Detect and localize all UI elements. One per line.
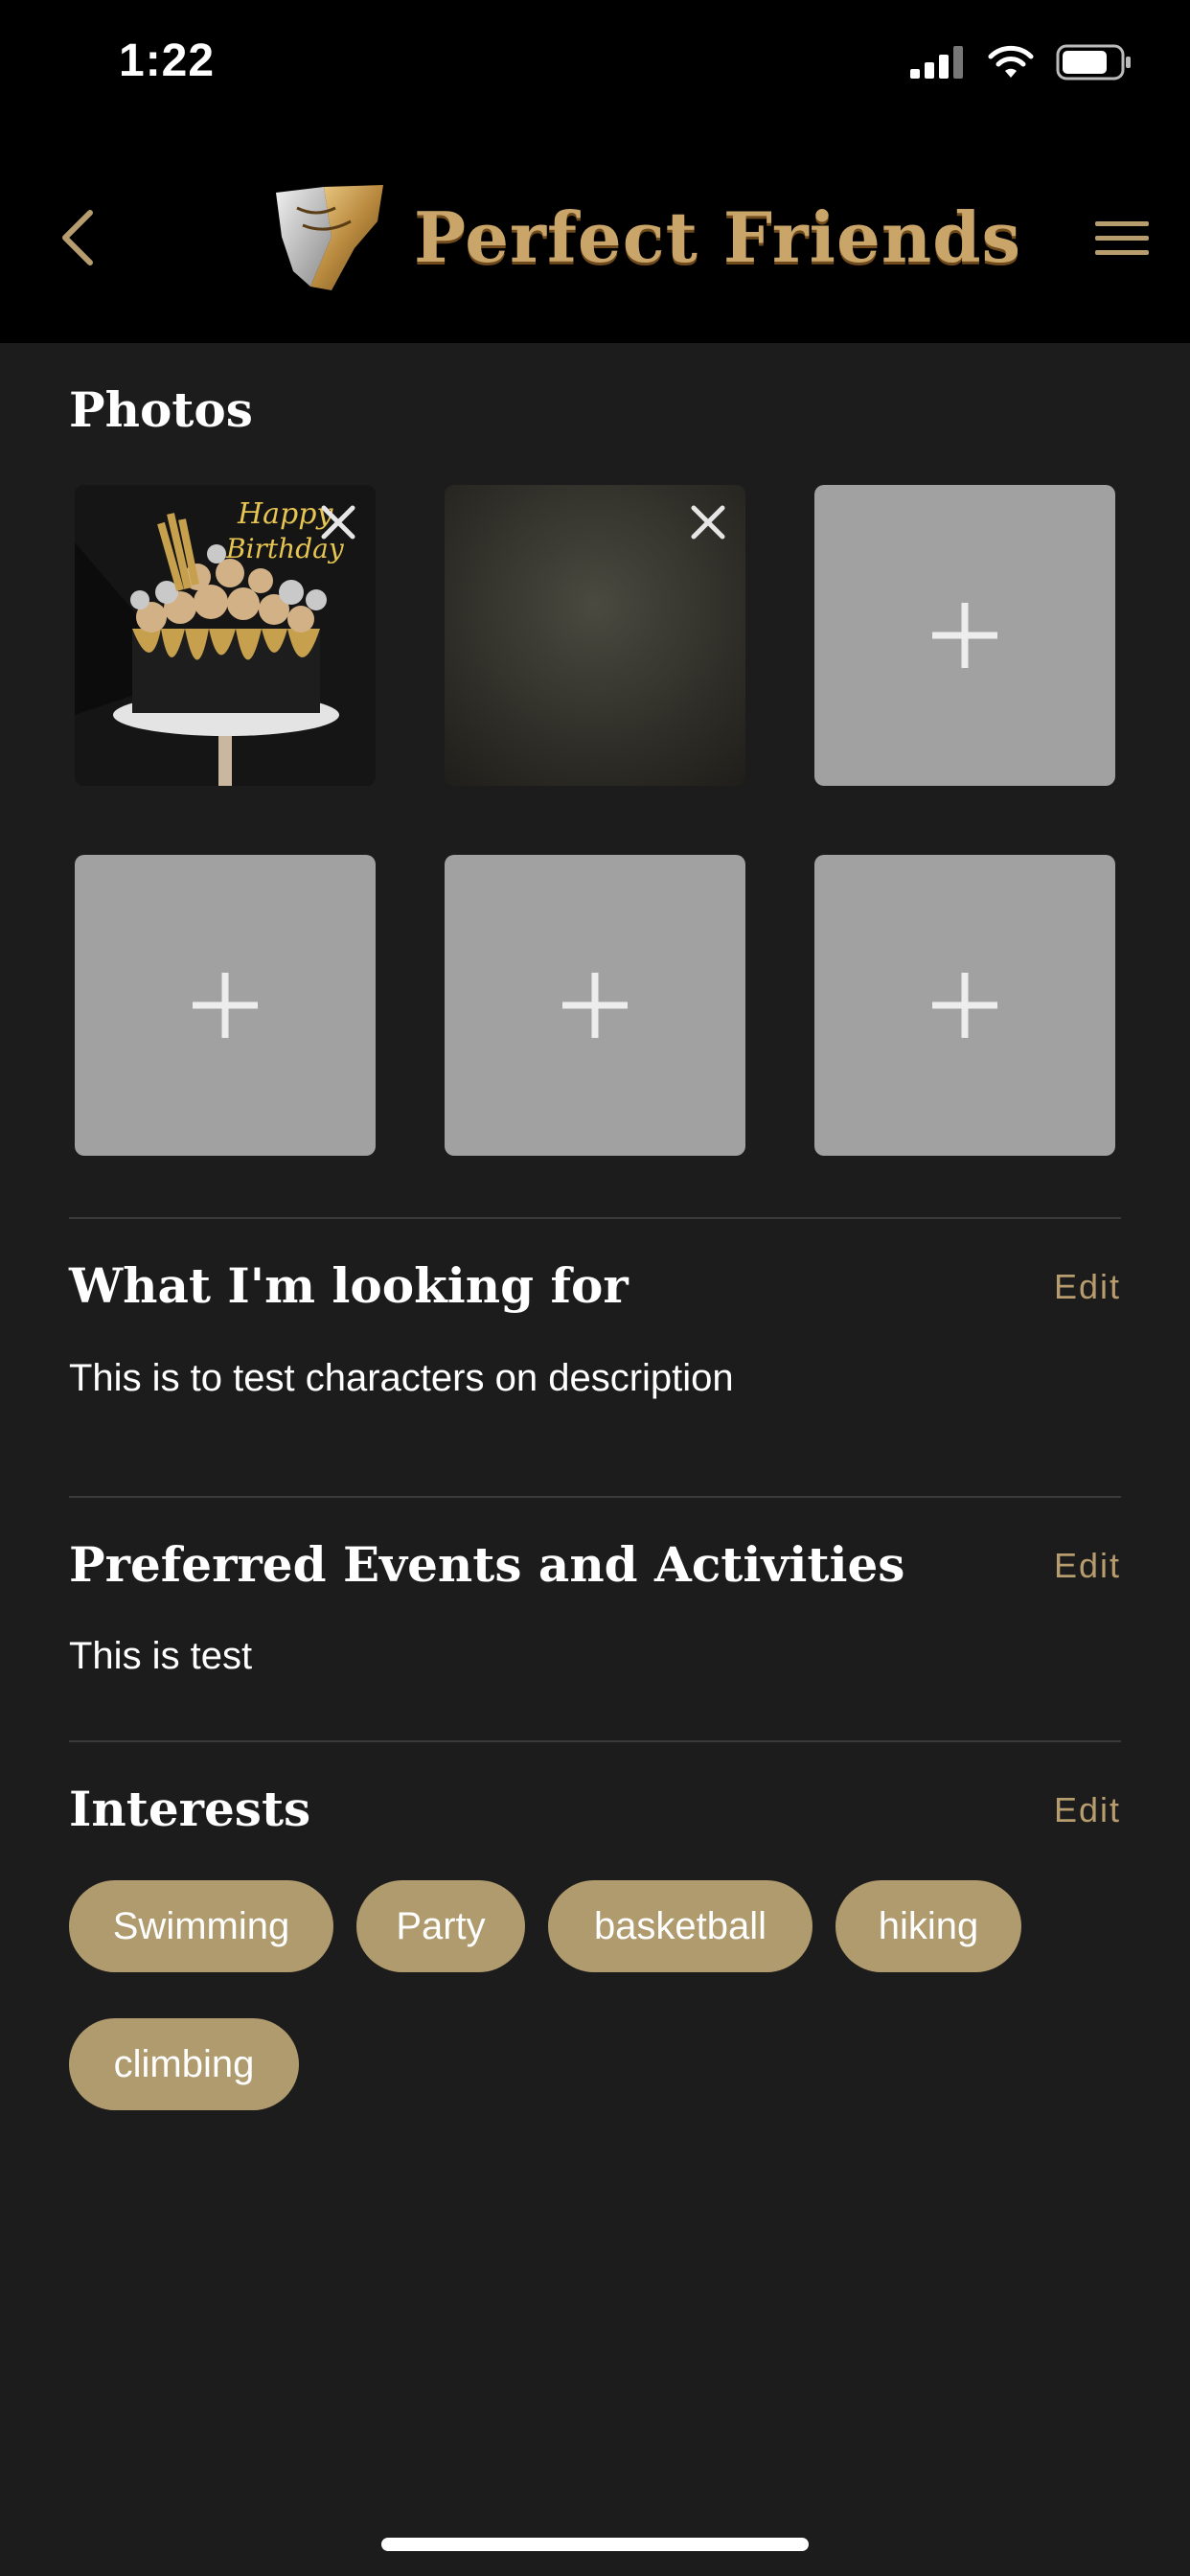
looking-for-text: This is to test characters on descriptio… (69, 1357, 734, 1399)
divider (69, 1217, 1121, 1219)
hamburger-menu-icon (1095, 221, 1149, 255)
looking-for-title: What I'm looking for (69, 1257, 629, 1314)
plus-icon (562, 973, 628, 1038)
divider (69, 1740, 1121, 1742)
battery-icon (1056, 44, 1131, 80)
chevron-left-icon (62, 210, 93, 265)
interest-chip[interactable]: Swimming (69, 1880, 333, 1972)
plus-icon (932, 603, 997, 668)
status-icons (910, 44, 1133, 80)
add-photo-button-5[interactable] (445, 855, 745, 1156)
events-text: This is test (69, 1635, 253, 1677)
signal-icon (910, 46, 963, 79)
divider (69, 1496, 1121, 1498)
remove-photo-1-icon[interactable] (314, 498, 362, 546)
edit-events-button[interactable]: Edit (1054, 1546, 1121, 1586)
plus-icon (932, 973, 997, 1038)
photo-tile-2[interactable] (445, 485, 745, 786)
add-photo-button-4[interactable] (75, 855, 376, 1156)
remove-photo-2-icon[interactable] (684, 498, 732, 546)
wifi-icon (988, 45, 1034, 78)
home-indicator (381, 2538, 809, 2551)
app-title: Perfect Friends (414, 196, 1022, 278)
interest-chip[interactable]: Party (356, 1880, 525, 1972)
interest-chip[interactable]: basketball (548, 1880, 812, 1972)
interest-chip[interactable]: hiking (835, 1880, 1021, 1972)
handshake-logo-icon (276, 185, 383, 290)
edit-interests-button[interactable]: Edit (1054, 1790, 1121, 1830)
plus-icon (193, 973, 258, 1038)
nav-bar: Perfect Friends (0, 134, 1190, 343)
interest-chip[interactable]: climbing (69, 2018, 299, 2110)
edit-looking-for-button[interactable]: Edit (1054, 1267, 1121, 1307)
interests-title: Interests (69, 1781, 311, 1837)
app-logo: Perfect Friends (268, 174, 1021, 299)
back-button[interactable] (38, 199, 115, 276)
photos-title: Photos (69, 381, 253, 438)
add-photo-button-3[interactable] (814, 485, 1115, 786)
add-photo-button-6[interactable] (814, 855, 1115, 1156)
menu-button[interactable] (1088, 205, 1156, 272)
events-title: Preferred Events and Activities (69, 1536, 905, 1593)
photo-tile-1[interactable]: Happy Birthday (75, 485, 376, 786)
status-bar: 1:22 (0, 0, 1190, 134)
status-time: 1:22 (119, 35, 216, 86)
